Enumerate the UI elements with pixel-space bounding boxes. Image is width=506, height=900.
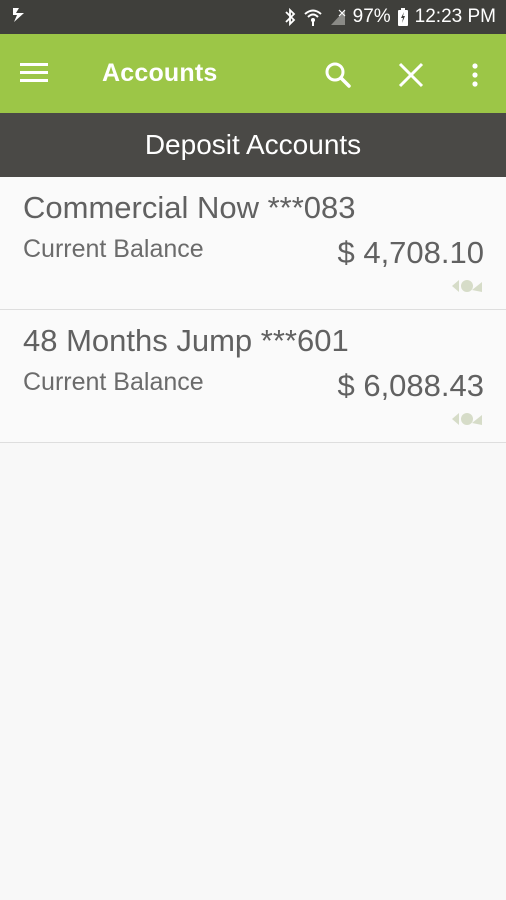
account-name: Commercial Now ***083 [23,190,356,225]
status-bar: 97% 12:23 PM [0,0,506,34]
app-bar: Accounts [0,34,506,113]
notification-icon [10,6,28,29]
section-header: Deposit Accounts [0,113,506,177]
balance-amount: $ 4,708.10 [337,235,484,270]
status-right: 97% 12:23 PM [283,6,496,28]
more-vert-icon[interactable] [466,61,484,89]
search-icon[interactable] [324,61,352,89]
wifi-icon [303,7,323,27]
account-name: 48 Months Jump ***601 [23,323,349,358]
account-row[interactable]: Commercial Now ***083 Current Balance $ … [0,177,506,310]
money-icon [450,277,484,295]
battery-icon [397,7,409,27]
close-icon[interactable] [397,61,425,89]
section-title: Deposit Accounts [144,129,362,160]
clock: 12:23 PM [414,6,496,27]
status-left [10,6,28,29]
balance-amount: $ 6,088.43 [337,368,484,403]
account-row[interactable]: 48 Months Jump ***601 Current Balance $ … [0,310,506,443]
bluetooth-icon [283,7,297,27]
balance-label: Current Balance [23,235,204,263]
battery-percent: 97% [352,6,391,27]
hamburger-menu-icon[interactable] [20,61,48,85]
balance-label: Current Balance [23,368,204,396]
signal-icon [329,7,347,27]
money-icon [450,410,484,428]
page-title: Accounts [102,59,218,87]
